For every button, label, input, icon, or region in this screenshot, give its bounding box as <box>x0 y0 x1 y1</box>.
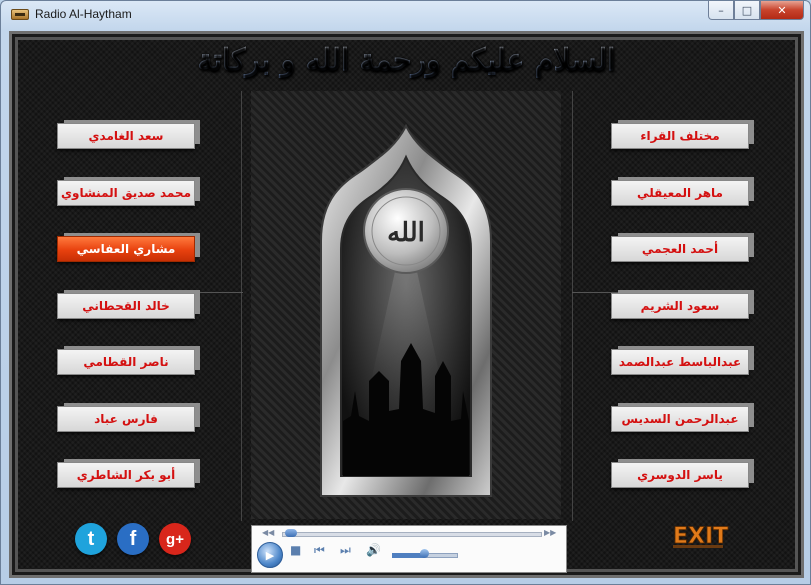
seek-thumb[interactable] <box>285 529 298 537</box>
window-title: Radio Al-Haytham <box>35 7 132 21</box>
app-window: Radio Al-Haytham – □ ✕ السلام عليكم ورحم… <box>0 0 811 585</box>
reciter-button[interactable]: مشاري العفاسي <box>57 236 195 262</box>
reciter-button[interactable]: سعد الغامدي <box>57 123 195 149</box>
exit-logo: EXIT <box>673 524 729 550</box>
rewind-icon[interactable]: ◀◀ <box>262 528 274 537</box>
reciter-button[interactable]: عبدالرحمن السديس <box>611 405 749 432</box>
mihrab-panel: الله <box>251 91 561 519</box>
reciter-button[interactable]: سعود الشريم <box>611 292 749 319</box>
speaker-icon[interactable]: 🔊 <box>366 543 381 557</box>
maximize-button[interactable]: □ <box>734 1 760 20</box>
left-connector <box>199 292 243 293</box>
right-divider <box>572 91 573 521</box>
reciter-button[interactable]: خالد القحطاني <box>57 292 195 319</box>
close-button[interactable]: ✕ <box>760 1 804 20</box>
google-plus-icon[interactable]: g+ <box>159 523 191 555</box>
play-icon: ▶ <box>265 548 275 562</box>
reciter-button[interactable]: أبو بكر الشاطري <box>57 462 195 488</box>
reciter-button[interactable]: مختلف القراء <box>611 123 749 149</box>
play-button[interactable]: ▶ <box>257 542 283 568</box>
reciter-button[interactable]: أحمد العجمي <box>611 236 749 262</box>
left-divider <box>241 91 242 521</box>
seek-bar[interactable] <box>282 532 542 537</box>
twitter-icon[interactable]: t <box>75 523 107 555</box>
reciter-button[interactable]: ماهر المعيقلي <box>611 179 749 206</box>
stop-icon[interactable]: ■ <box>290 543 301 557</box>
window-controls: – □ ✕ <box>708 1 804 20</box>
greeting-heading: السلام عليكم ورحمة الله و بركاتة <box>9 43 804 78</box>
radio-panel: السلام عليكم ورحمة الله و بركاتة سعد الغ… <box>9 31 804 578</box>
exit-button[interactable]: EXIT <box>671 521 729 551</box>
radio-icon <box>11 9 29 20</box>
reciter-button[interactable]: ياسر الدوسري <box>611 462 749 488</box>
reciter-button[interactable]: ناصر القطامي <box>57 349 195 375</box>
mihrab-artwork: الله <box>320 123 492 497</box>
volume-thumb[interactable] <box>420 549 429 558</box>
fast-forward-icon[interactable]: ▶▶ <box>544 528 556 537</box>
facebook-icon[interactable]: f <box>117 523 149 555</box>
next-icon[interactable]: ⏭ <box>340 543 351 558</box>
title-bar[interactable]: Radio Al-Haytham – □ ✕ <box>1 1 810 29</box>
media-player: ◀◀ ▶▶ ▶ ■ ⏮ ⏭ 🔊 <box>251 525 567 573</box>
reciter-button[interactable]: محمد صديق المنشاوي <box>57 179 195 206</box>
minimize-button[interactable]: – <box>708 1 734 20</box>
allah-calligraphy: الله <box>387 218 425 248</box>
reciter-button[interactable]: عبدالباسط عبدالصمد <box>611 349 749 375</box>
previous-icon[interactable]: ⏮ <box>314 543 325 558</box>
reciter-button[interactable]: فارس عباد <box>57 405 195 432</box>
